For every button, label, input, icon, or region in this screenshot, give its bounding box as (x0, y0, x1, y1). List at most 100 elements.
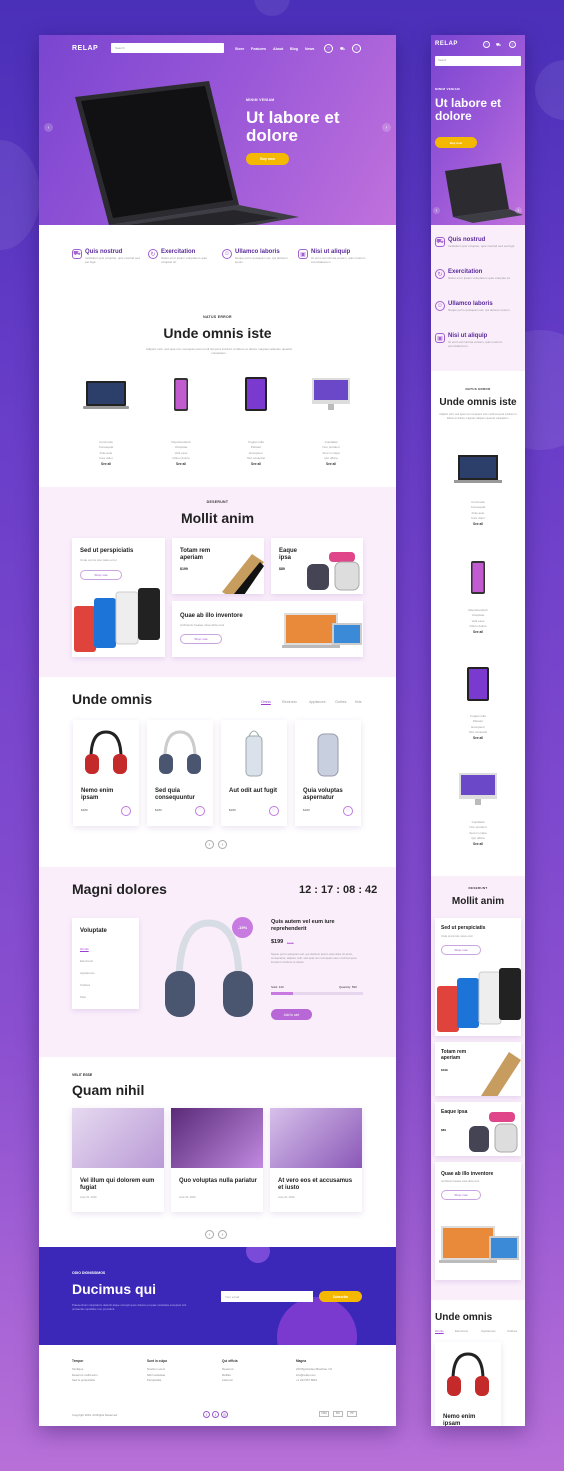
shop-title: Unde omnis (435, 1312, 493, 1323)
tab-electronic[interactable]: Electronic (455, 1329, 468, 1333)
product-macbook[interactable]: Commodo Consequat Duis aute Irure dolor See… (448, 453, 508, 526)
product-imac[interactable]: Cupidatat Non proident Sunt in culpa Qui of… (448, 773, 508, 846)
product-card[interactable]: Sed quia consequuntur $180 ♡ (147, 720, 213, 826)
menu-omnis[interactable]: Omnis (80, 947, 89, 951)
next-icon[interactable]: › (218, 840, 227, 849)
product-iphone[interactable]: Reprehenderit Voluptate Velit esse Cillum d… (151, 375, 211, 466)
watch-image (469, 1112, 518, 1153)
buy-now-button[interactable]: Buy now (435, 137, 477, 148)
heart-icon[interactable]: ♡ (343, 806, 353, 816)
speaker-image (245, 730, 263, 777)
promo-section: DESERUNT Mollit anim Sed ut perspiciatis… (39, 487, 396, 677)
see-all-link[interactable]: See all (151, 462, 211, 466)
tab-clothes[interactable]: Clothes (335, 700, 347, 704)
promo-card-phones[interactable]: Sed ut perspiciatis Unde omnis iste natu… (72, 538, 165, 657)
next-arrow-icon[interactable]: › (515, 207, 522, 214)
see-all-link[interactable]: See all (448, 736, 508, 740)
see-all-link[interactable]: See all (448, 522, 508, 526)
ipad-image (467, 667, 489, 701)
heart-icon[interactable]: ♡ (269, 806, 279, 816)
next-icon[interactable]: › (218, 1230, 227, 1239)
nav-features[interactable]: Features (251, 47, 266, 51)
see-all-link[interactable]: See all (226, 462, 286, 466)
sold-count: Sold: 120 (271, 985, 284, 989)
twitter-icon[interactable]: t (212, 1411, 219, 1418)
prev-icon[interactable]: ‹ (205, 1230, 214, 1239)
tab-appliances[interactable]: Appliances (309, 700, 326, 704)
imac-image (312, 378, 350, 410)
email-input[interactable]: Your email (221, 1291, 313, 1302)
menu-kids[interactable]: Kids (80, 995, 86, 999)
see-all-link[interactable]: See all (448, 630, 508, 634)
next-arrow-icon[interactable]: › (382, 123, 391, 132)
promo-card-phones[interactable]: Sed ut perspiciatis Unde omnis iste natu… (435, 918, 521, 1036)
see-all-link[interactable]: See all (301, 462, 361, 466)
product-card[interactable]: Nemo enim ipsam (435, 1342, 501, 1426)
promo-card-watch[interactable]: Eaque ipsa $89 (271, 538, 363, 594)
nav-store[interactable]: Store (235, 47, 244, 51)
prev-icon[interactable]: ‹ (205, 840, 214, 849)
heart-icon[interactable]: ♡ (324, 44, 333, 53)
heart-icon[interactable]: ♡ (483, 41, 490, 48)
product-card[interactable]: Quia voluptas aspernatur $180 ♡ (295, 720, 361, 826)
search-input[interactable]: Search (435, 56, 521, 66)
prev-arrow-icon[interactable]: ‹ (433, 207, 440, 214)
catalog-title: Unde omnis iste (439, 397, 517, 408)
nav-blog[interactable]: Blog (290, 47, 298, 51)
tab-kids[interactable]: Kids (355, 700, 362, 704)
facebook-icon[interactable]: f (203, 1411, 210, 1418)
menu-appliances[interactable]: Appliances (80, 971, 95, 975)
menu-icon[interactable]: ≡ (509, 41, 516, 48)
product-macbook[interactable]: Commodo Consequat Duis aute Irure dolor See… (76, 375, 136, 466)
search-input[interactable]: Search (111, 43, 224, 53)
footer: Tempor Similique Deserunt mollit anim Sed u… (39, 1345, 396, 1426)
promo-card-macbooks[interactable]: Quae ab illo inventore Architecto beatae… (435, 1162, 521, 1280)
shop-now-button[interactable]: Shop now (80, 570, 122, 580)
cart-icon[interactable]: ⛟ (495, 41, 502, 48)
shop-now-button[interactable]: Shop now (180, 634, 222, 644)
promo-card-macbooks[interactable]: Quae ab illo inventore Architecto beatae… (172, 601, 363, 657)
prev-arrow-icon[interactable]: ‹ (44, 123, 53, 132)
product-card[interactable]: Aut odit aut fugit $180 ♡ (221, 720, 287, 826)
add-to-cart-button[interactable]: Add to cart (271, 1009, 312, 1020)
blog-kicker: VELIT ESSE (72, 1073, 93, 1077)
see-all-link[interactable]: See all (448, 842, 508, 846)
mobile-features: ⛟ Quis nostrud Incididunt quis voluptas, q… (431, 225, 525, 371)
see-all-link[interactable]: See all (76, 462, 136, 466)
social-links: f t ◎ (203, 1411, 228, 1418)
promo-card-iphone[interactable]: Totam rem aperiam $199 (172, 538, 264, 594)
product-ipad[interactable]: Fugiat nulla Pariatur Excepteur Sint occaec… (448, 667, 508, 740)
heart-icon[interactable]: ♡ (121, 806, 131, 816)
blog-card[interactable]: At vero eos et accusamus et iusto June 01… (270, 1108, 362, 1212)
tab-electronic[interactable]: Electronic (282, 700, 297, 704)
blog-card[interactable]: Vel illum qui dolorem eum fugiat June 01,… (72, 1108, 164, 1212)
menu-icon[interactable]: ≡ (352, 44, 361, 53)
shop-now-button[interactable]: Shop now (441, 945, 481, 955)
cart-icon[interactable]: ⛟ (338, 44, 347, 53)
instagram-icon[interactable]: ◎ (221, 1411, 228, 1418)
heart-icon[interactable]: ♡ (195, 806, 205, 816)
nav-about[interactable]: About (273, 47, 283, 51)
product-iphone[interactable]: Reprehenderit Voluptate Velit esse Cillum d… (448, 561, 508, 634)
product-ipad[interactable]: Fugiat nulla Pariatur Excepteur Sint occaec… (226, 375, 286, 466)
brand-logo[interactable]: RELAP (435, 41, 458, 47)
promo-card-watch[interactable]: Eaque ipsa $89 (435, 1102, 521, 1156)
blog-card[interactable]: Quo voluptas nulla pariatur June 01, 2019 (171, 1108, 263, 1212)
feature-4: ▣ Nisi ut aliquip Ut enim ad minima veniam… (435, 333, 521, 348)
product-imac[interactable]: Cupidatat Non proident Sunt in culpa Qui of… (301, 375, 361, 466)
subscribe-button[interactable]: Subscribe (319, 1291, 362, 1302)
footer-col-1: Tempor Similique Deserunt mollit anim Sed u… (72, 1359, 98, 1383)
brand-logo[interactable]: RELAP (72, 45, 98, 52)
tab-clothes[interactable]: Clothes (507, 1329, 517, 1333)
menu-electronic[interactable]: Electronic (80, 959, 93, 963)
buy-now-button[interactable]: Buy now (246, 153, 289, 165)
product-card[interactable]: Nemo enim ipsam $180 ♡ (73, 720, 139, 826)
tab-appliances[interactable]: Appliances (481, 1329, 496, 1333)
refresh-icon: ↻ (148, 249, 158, 259)
tab-omnis[interactable]: Omnis (261, 700, 271, 704)
menu-clothes[interactable]: Clothes (80, 983, 90, 987)
promo-card-iphone[interactable]: Totam rem aperiam $199 (435, 1042, 521, 1096)
nav-news[interactable]: News (305, 47, 314, 51)
shop-now-button[interactable]: Shop now (441, 1190, 481, 1200)
tab-omnis[interactable]: Omnis (435, 1329, 444, 1333)
